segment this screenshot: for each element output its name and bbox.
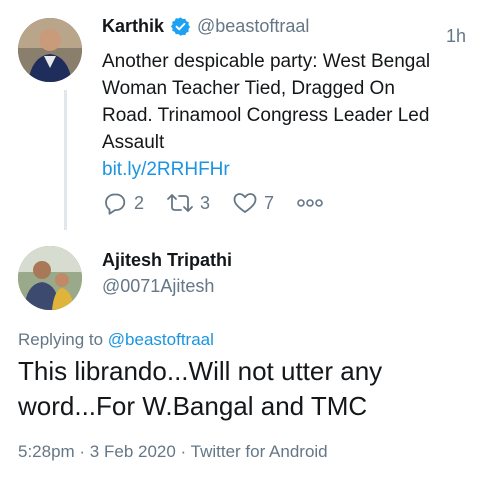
reply-icon [105,193,126,215]
tweet-text: Another despicable party: West Bengal Wo… [102,48,432,183]
avatar[interactable] [18,18,82,82]
author-handle[interactable]: @0071Ajitesh [102,276,214,297]
reply-text: This librando...Will not utter any word.… [18,356,383,421]
more-icon [297,199,323,207]
tweet-actions: 2 3 7 [102,190,352,216]
reply-count: 2 [134,192,145,213]
like-button[interactable]: 7 [232,191,274,215]
author-name[interactable]: Karthik [102,16,164,37]
more-button[interactable] [296,198,330,208]
tweet-header: Karthik @beastoftraal [102,16,309,37]
verified-badge-icon [170,16,191,37]
replying-prefix: Replying to [18,330,104,349]
thread-connector-line [64,90,67,230]
avatar-photo [18,18,82,82]
tweet-link[interactable]: bit.ly/2RRHFHr [102,159,230,180]
replying-to-handle[interactable]: @beastoftraal [108,330,214,349]
avatar-photo [18,246,82,310]
author-name[interactable]: Ajitesh Tripathi [102,250,232,271]
author-handle[interactable]: @beastoftraal [197,16,309,37]
retweet-button[interactable]: 3 [166,191,210,215]
tweet-time[interactable]: 1h [446,26,466,47]
retweet-count: 3 [200,192,211,213]
tweet-timestamp[interactable]: 5:28pm · 3 Feb 2020 · Twitter for Androi… [18,442,328,462]
tweet-text-content: Another despicable party: West Bengal Wo… [102,51,431,153]
replying-to: Replying to @beastoftraal [18,330,214,350]
avatar[interactable] [18,246,82,310]
reply-button[interactable]: 2 [102,191,144,215]
heart-icon [233,193,257,213]
like-count: 7 [264,192,275,213]
retweet-icon [167,194,193,212]
